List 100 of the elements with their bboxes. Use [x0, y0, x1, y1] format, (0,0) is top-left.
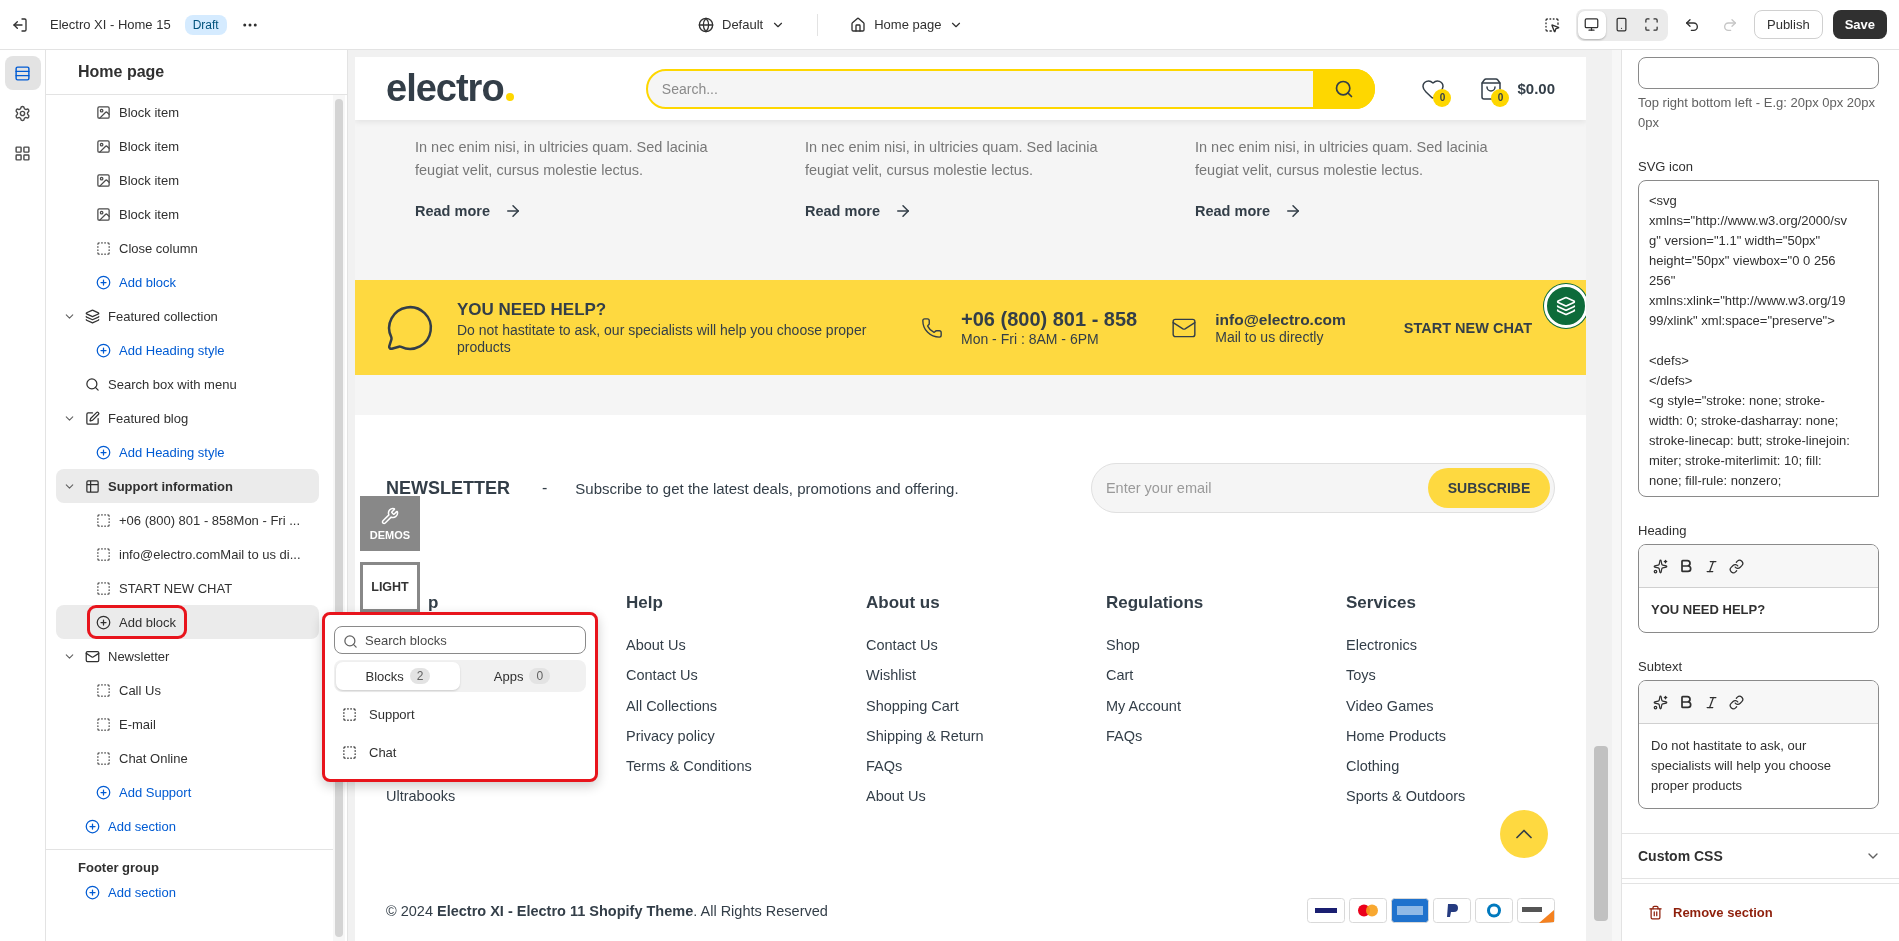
bold-icon[interactable] — [1678, 558, 1694, 574]
search-icon — [343, 634, 358, 649]
sections-button[interactable] — [4, 56, 41, 90]
svg-code-field[interactable]: <svg xmlns="http://www.w3.org/2000/svg" version="1.1" width="50px" height="50px" viewbox="0 0 256 256" xmlns:xlink="http://www.w3.org/1999/xlink" xml:space="preserve"> <defs> </defs> <g style="stroke: none; stroke-width: 0; stroke-dasharray: none; stroke-linecap: butt; stroke-linejoin: miter; stroke-miterlimit: 10; fill: none; fill-rule: nonzero; — [1638, 180, 1879, 497]
light-mode-button[interactable]: LIGHT — [360, 562, 420, 612]
add-row[interactable]: Add section — [56, 809, 319, 843]
bag-icon[interactable] — [1479, 76, 1504, 101]
status-badge: Draft — [184, 14, 227, 35]
dashed-square-icon — [96, 512, 111, 528]
footer-link[interactable]: Electronics — [1346, 637, 1586, 668]
remove-section-button[interactable]: Remove section — [1642, 904, 1779, 921]
link-icon[interactable] — [1729, 694, 1744, 710]
demos-button[interactable]: DEMOS — [360, 496, 420, 551]
footer-link[interactable]: Clothing — [1346, 758, 1586, 789]
picker-tab[interactable]: Apps 0 — [460, 662, 584, 691]
section-row[interactable]: Search box with menu — [56, 367, 319, 401]
search-button[interactable] — [1313, 68, 1376, 109]
block-label: Close column — [119, 240, 198, 256]
footer-link[interactable]: Ultrabooks — [386, 788, 626, 819]
page-dropdown[interactable]: Home page — [844, 12, 970, 37]
padding-field[interactable] — [1638, 57, 1879, 89]
footer-link[interactable]: All Collections — [626, 697, 866, 728]
sparkle-icon[interactable] — [1653, 694, 1668, 710]
footer-link[interactable]: FAQs — [1106, 727, 1346, 759]
add-link[interactable]: Add block — [90, 268, 185, 296]
block-row[interactable]: Block item — [56, 197, 319, 231]
footer-link[interactable]: Sports & Outdoors — [1346, 788, 1586, 819]
footer-link[interactable]: Home Products — [1346, 727, 1586, 759]
block-row[interactable]: START NEW CHAT — [56, 571, 319, 605]
store-logo[interactable]: electro — [386, 67, 646, 110]
link-icon[interactable] — [1729, 558, 1744, 574]
publish-button[interactable]: Publish — [1754, 10, 1823, 39]
sparkle-icon[interactable] — [1653, 558, 1668, 574]
add-link[interactable]: Add Heading style — [90, 336, 233, 364]
search-icon — [1334, 78, 1355, 99]
help-heading: YOU NEED HELP? — [457, 299, 608, 320]
add-row[interactable]: Add section — [56, 875, 319, 909]
add-row[interactable]: Add Heading style — [56, 333, 319, 367]
block-row[interactable]: Block item — [56, 163, 319, 197]
add-row[interactable]: Add Heading style — [56, 435, 319, 469]
footer-link[interactable]: About Us — [866, 788, 1106, 819]
count-pill: 0 — [529, 668, 551, 685]
italic-icon[interactable] — [1704, 558, 1719, 574]
add-link[interactable]: Add section — [79, 812, 184, 840]
read-more-link[interactable]: Read more — [805, 202, 1195, 220]
theme-dropdown[interactable]: Default — [692, 12, 792, 37]
footer-link[interactable]: Shipping & Return — [866, 727, 1106, 759]
italic-icon[interactable] — [1704, 694, 1719, 710]
footer-link[interactable]: My Account — [1106, 697, 1346, 728]
block-row[interactable]: Call Us — [56, 673, 319, 707]
read-more-link[interactable]: Read more — [1195, 202, 1585, 220]
section-row[interactable]: Featured collection — [56, 299, 319, 333]
section-row[interactable]: Newsletter — [56, 639, 319, 673]
add-row[interactable]: Add block — [56, 605, 319, 639]
block-row[interactable]: Close column — [56, 231, 319, 265]
block-option[interactable]: Chat — [334, 736, 586, 768]
rich-text-editor[interactable]: Do not hastitate to ask, our specialists will help you choose proper products — [1638, 680, 1879, 809]
footer-link[interactable]: Video Games — [1346, 697, 1586, 728]
block-row[interactable]: info@electro.comMail to us di... — [56, 537, 319, 571]
subscribe-button[interactable]: SUBSCRIBE — [1428, 468, 1550, 508]
add-link[interactable]: Add Heading style — [90, 438, 233, 466]
footer-link[interactable]: Privacy policy — [626, 727, 866, 759]
chat-link[interactable]: START NEW CHAT — [1403, 319, 1533, 336]
add-link[interactable]: Add block — [90, 608, 185, 636]
footer-link[interactable]: Contact Us — [626, 667, 866, 698]
exit-icon[interactable] — [12, 16, 28, 33]
payment-card-icon — [1307, 898, 1345, 923]
read-more-link[interactable]: Read more — [415, 202, 805, 220]
footer-link[interactable]: FAQs — [866, 758, 1106, 789]
sidebar-title: Home page — [46, 50, 347, 95]
block-option[interactable]: Support — [334, 698, 586, 731]
add-link[interactable]: Add section — [79, 878, 184, 906]
add-row[interactable]: Add Support — [56, 775, 319, 809]
block-row[interactable]: Block item — [56, 95, 319, 129]
bold-icon[interactable] — [1678, 694, 1694, 710]
footer-link[interactable]: About Us — [626, 637, 866, 668]
rich-text-editor[interactable]: YOU NEED HELP? — [1638, 544, 1879, 633]
save-button[interactable]: Save — [1832, 10, 1887, 39]
custom-css-toggle[interactable]: Custom CSS — [1622, 833, 1899, 879]
section-row[interactable]: Featured blog — [56, 401, 319, 435]
footer-link[interactable]: Shop — [1106, 637, 1346, 668]
plus-icon — [96, 614, 111, 630]
footer-link[interactable]: Contact Us — [866, 637, 1106, 668]
search-blocks-field[interactable]: Search blocks — [334, 626, 586, 655]
section-row[interactable]: Support information — [56, 469, 319, 503]
add-link[interactable]: Add Support — [90, 778, 200, 806]
add-row[interactable]: Add block — [56, 265, 319, 299]
footer-link[interactable]: Shopping Cart — [866, 697, 1106, 728]
block-row[interactable]: E-mail — [56, 707, 319, 741]
block-row[interactable]: +06 (800) 801 - 858Mon - Fri ... — [56, 503, 319, 537]
footer-link[interactable]: Terms & Conditions — [626, 758, 866, 789]
footer-link[interactable]: Toys — [1346, 667, 1586, 698]
block-label: Call Us — [119, 682, 161, 698]
chat-widget-button[interactable] — [1544, 284, 1586, 328]
device-button[interactable] — [1578, 10, 1606, 39]
picker-tab[interactable]: Blocks 2 — [336, 662, 460, 691]
footer-link[interactable]: Cart — [1106, 667, 1346, 698]
block-row[interactable]: Block item — [56, 129, 319, 163]
block-row[interactable]: Chat Online — [56, 741, 319, 775]
footer-link[interactable]: Wishlist — [866, 667, 1106, 698]
